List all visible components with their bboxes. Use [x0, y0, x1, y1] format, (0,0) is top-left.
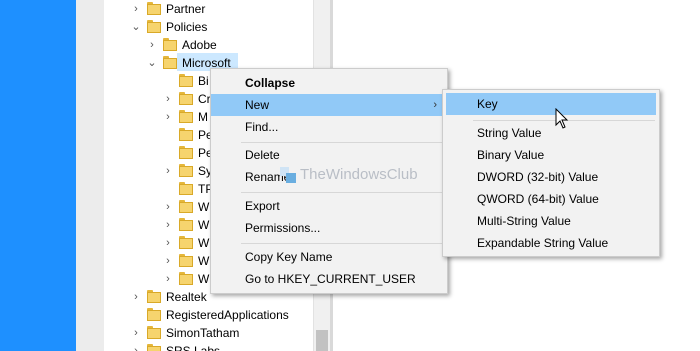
chevron-right-icon[interactable]: › [131, 342, 141, 351]
chevron-right-icon[interactable]: › [131, 0, 141, 18]
chevron-right-icon[interactable]: › [163, 90, 173, 108]
menu-item-label: Go to HKEY_CURRENT_USER [245, 272, 416, 286]
menu-item-label: Delete [245, 148, 280, 162]
tree-item-partner[interactable]: › Partner [104, 0, 314, 18]
tree-item-adobe[interactable]: › Adobe [104, 36, 314, 54]
tree-item-label: W [198, 218, 210, 232]
folder-icon [179, 92, 193, 105]
menu-item-label: QWORD (64-bit) Value [477, 192, 599, 206]
tree-item-label: SimonTatham [166, 326, 240, 340]
folder-icon [179, 218, 193, 231]
tree-item-label: Realtek [166, 290, 207, 304]
submenu-item-expandable-string-value[interactable]: Expandable String Value [443, 232, 659, 254]
folder-icon [179, 74, 193, 87]
folder-icon [179, 272, 193, 285]
chevron-right-icon[interactable]: › [163, 234, 173, 252]
folder-icon [163, 38, 177, 51]
desktop-background [0, 0, 76, 351]
tree-item-simontatham[interactable]: › SimonTatham [104, 324, 314, 342]
chevron-right-icon[interactable]: › [163, 162, 173, 180]
tree-item-registeredapplications[interactable]: RegisteredApplications [104, 306, 314, 324]
menu-item-export[interactable]: Export [211, 195, 447, 217]
menu-item-label: New [245, 98, 270, 112]
mouse-pointer-icon [555, 108, 569, 129]
folder-icon [179, 128, 193, 141]
submenu-item-dword-value[interactable]: DWORD (32-bit) Value [443, 166, 659, 188]
tree-item-label: Bi [198, 74, 209, 88]
tree-item-policies[interactable]: ⌄ Policies [104, 18, 314, 36]
chevron-right-icon: › [433, 99, 437, 111]
menu-item-label: Multi-String Value [477, 214, 571, 228]
chevron-right-icon[interactable]: › [131, 324, 141, 342]
tree-item-label: RegisteredApplications [166, 308, 289, 322]
folder-icon [179, 254, 193, 267]
folder-icon [147, 2, 161, 15]
menu-item-label: Permissions... [245, 221, 321, 235]
menu-separator [241, 243, 443, 244]
menu-item-copy-key-name[interactable]: Copy Key Name [211, 246, 447, 268]
folder-icon [163, 56, 177, 69]
menu-item-permissions[interactable]: Permissions... [211, 217, 447, 239]
submenu-item-key[interactable]: Key [446, 93, 656, 115]
menu-item-new[interactable]: New › [211, 94, 447, 116]
menu-item-label: Binary Value [477, 148, 545, 162]
submenu-item-qword-value[interactable]: QWORD (64-bit) Value [443, 188, 659, 210]
menu-item-go-to-hkcu[interactable]: Go to HKEY_CURRENT_USER [211, 268, 447, 290]
tree-item-label: W [198, 254, 210, 268]
folder-icon [179, 164, 193, 177]
menu-item-collapse[interactable]: Collapse [211, 72, 447, 94]
folder-icon [179, 182, 193, 195]
chevron-right-icon[interactable]: › [163, 198, 173, 216]
navigation-margin [76, 0, 104, 351]
submenu-item-string-value[interactable]: String Value [443, 122, 659, 144]
menu-item-label: Export [245, 199, 280, 213]
tree-item-label: W [198, 236, 210, 250]
menu-item-label: Key [477, 97, 498, 111]
tree-item-label: Cr [198, 92, 211, 106]
tree-item-label: W [198, 272, 210, 286]
scrollbar-thumb[interactable] [316, 330, 328, 351]
menu-separator [241, 142, 443, 143]
folder-icon [179, 146, 193, 159]
new-submenu: Key String Value Binary Value DWORD (32-… [442, 89, 660, 257]
tree-item-srs-labs[interactable]: › SRS Labs [104, 342, 314, 351]
tree-item-label: M [198, 110, 208, 124]
menu-item-label: Collapse [245, 76, 296, 90]
menu-item-find[interactable]: Find... [211, 116, 447, 138]
tree-item-label: Partner [166, 2, 206, 16]
menu-item-label: Expandable String Value [477, 236, 609, 250]
menu-item-label: DWORD (32-bit) Value [477, 170, 599, 184]
chevron-right-icon[interactable]: › [163, 270, 173, 288]
chevron-right-icon[interactable]: › [163, 108, 173, 126]
folder-icon [179, 200, 193, 213]
chevron-right-icon[interactable]: › [163, 252, 173, 270]
tree-item-label: Adobe [182, 38, 217, 52]
thewindowsclub-logo-icon [280, 167, 296, 183]
submenu-item-multi-string-value[interactable]: Multi-String Value [443, 210, 659, 232]
menu-separator [241, 192, 443, 193]
folder-icon [179, 236, 193, 249]
watermark-text: TheWindowsClub [300, 166, 418, 183]
chevron-down-icon[interactable]: ⌄ [131, 18, 141, 36]
folder-icon [147, 308, 161, 321]
folder-icon [179, 110, 193, 123]
chevron-right-icon[interactable]: › [131, 288, 141, 306]
menu-item-label: Find... [245, 120, 279, 134]
folder-icon [147, 344, 161, 351]
chevron-down-icon[interactable]: ⌄ [147, 54, 157, 72]
tree-item-label: Policies [166, 20, 208, 34]
folder-icon [147, 326, 161, 339]
menu-item-label: String Value [477, 126, 542, 140]
menu-item-label: Copy Key Name [245, 250, 333, 264]
chevron-right-icon[interactable]: › [147, 36, 157, 54]
folder-icon [147, 290, 161, 303]
folder-icon [147, 20, 161, 33]
chevron-right-icon[interactable]: › [163, 216, 173, 234]
submenu-item-binary-value[interactable]: Binary Value [443, 144, 659, 166]
tree-item-label: W [198, 200, 210, 214]
tree-item-label: SRS Labs [166, 344, 221, 351]
